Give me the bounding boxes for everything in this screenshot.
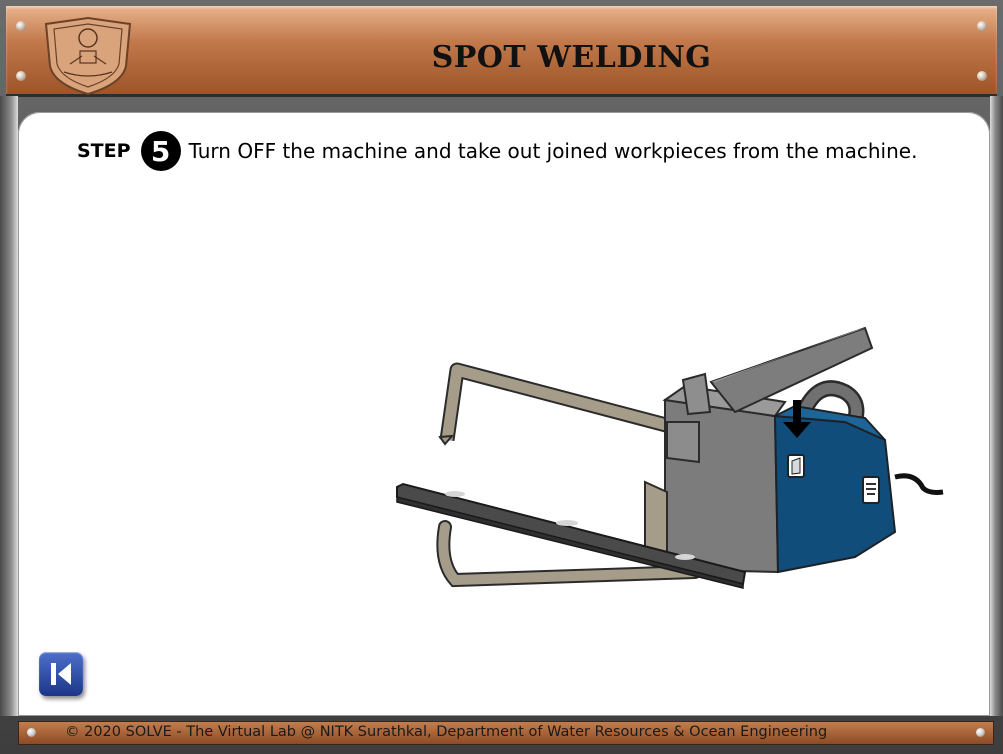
rivet xyxy=(976,728,985,737)
rivet xyxy=(16,21,26,31)
step-instruction: STEP 5 Turn OFF the machine and take out… xyxy=(77,131,917,171)
frame-side-left xyxy=(0,96,18,716)
header-bar: SPOT WELDING xyxy=(6,6,997,97)
step-label: STEP xyxy=(77,140,131,162)
spot-welding-machine-illustration xyxy=(396,326,944,589)
page-title: SPOT WELDING xyxy=(431,40,712,75)
back-button[interactable] xyxy=(39,652,83,696)
step-text: Turn OFF the machine and take out joined… xyxy=(188,139,918,163)
step-number-badge: 5 xyxy=(140,131,181,171)
frame-side-right xyxy=(990,96,1003,716)
rivet xyxy=(977,21,987,31)
previous-icon xyxy=(51,663,71,685)
rivet xyxy=(27,728,36,737)
copyright-text: © 2020 SOLVE - The Virtual Lab @ NITK Su… xyxy=(65,724,828,740)
footer-bar: © 2020 SOLVE - The Virtual Lab @ NITK Su… xyxy=(18,721,994,745)
